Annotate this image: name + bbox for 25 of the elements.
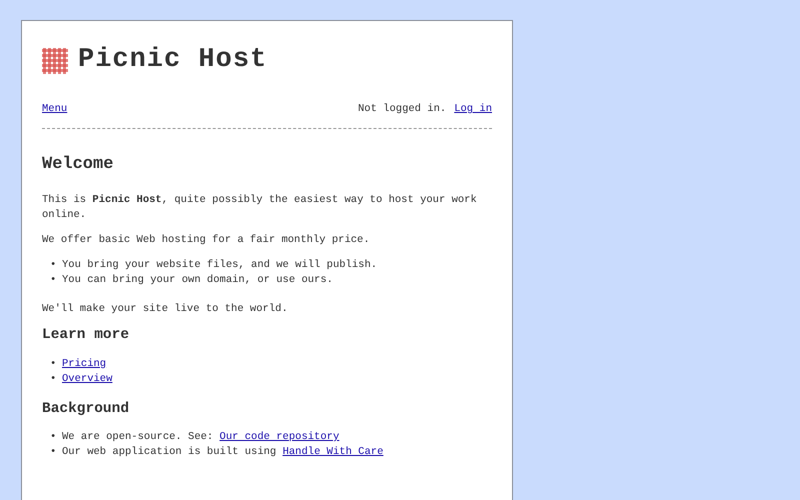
login-status: Not logged in. — [358, 102, 446, 117]
paragraph: We'll make your site live to the world. — [42, 302, 289, 318]
list-link[interactable]: Overview — [62, 372, 112, 385]
bullet-marker: • — [50, 372, 58, 387]
list-item-text: You can bring your own domain, or use ours. — [62, 274, 333, 286]
list-link[interactable]: Handle With Care — [282, 446, 384, 458]
login-link[interactable]: Log in — [454, 102, 492, 118]
bullet-marker: • — [50, 273, 58, 288]
section-heading: Learn more — [42, 327, 130, 345]
section-heading: Welcome — [42, 154, 114, 176]
list-item-text: Our web application is built using — [62, 446, 276, 458]
list-item-text: We are open-source. See: — [62, 430, 214, 443]
bullet-marker: • — [50, 444, 58, 460]
bullet-marker: • — [50, 430, 58, 445]
list-item-text: You bring your website files, and we will publish. — [62, 259, 378, 272]
bullet-marker: • — [50, 258, 58, 274]
site-title: Picnic Host — [78, 47, 268, 74]
list-link[interactable]: Our code repository — [220, 430, 340, 443]
list-link[interactable]: Pricing — [62, 358, 106, 370]
paragraph: We offer basic Web hosting for a fair monthly price. — [42, 233, 371, 248]
bullet-marker: • — [50, 356, 58, 372]
paragraph: This is Picnic Host, quite possibly the easiest way to host your work online. — [42, 193, 478, 224]
section-heading: Background — [42, 400, 130, 418]
gingham-logo-icon — [42, 48, 68, 74]
menu-link[interactable]: Menu — [42, 102, 68, 118]
